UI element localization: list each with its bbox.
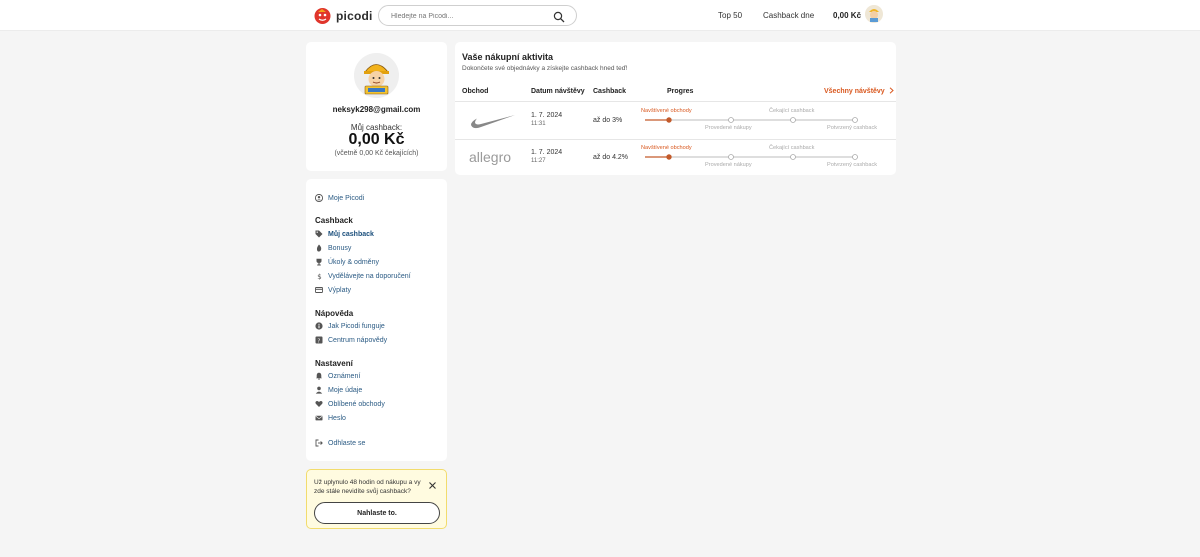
visit-date-value: 1. 7. 2024 (531, 149, 563, 156)
row-divider (455, 101, 896, 102)
svg-text:?: ? (317, 338, 320, 344)
menu-referrals[interactable]: $ Vydělávejte na doporučení (315, 271, 411, 281)
column-header-cashback: Cashback (593, 88, 627, 95)
tag-icon (315, 230, 323, 238)
envelope-icon (315, 414, 323, 422)
question-square-icon: ? (315, 336, 323, 344)
flame-icon (315, 244, 323, 252)
menu-label: Bonusy (328, 244, 352, 252)
menu-logout[interactable]: Odhlaste se (315, 438, 365, 448)
shopping-activity-card: Vaše nákupní aktivita Dokončete své obje… (455, 42, 896, 175)
picodi-logo[interactable]: picodi (313, 6, 373, 25)
heart-icon (315, 400, 323, 408)
menu-label: Jak Picodi funguje (328, 322, 385, 330)
notice-text: Už uplynulo 48 hodin od nákupu a vy zde … (314, 479, 421, 495)
menu-label: Heslo (328, 414, 346, 422)
info-circle-icon (315, 322, 323, 330)
column-header-date: Datum návštěvy (531, 88, 585, 95)
menu-notifications[interactable]: Oznámení (315, 371, 360, 381)
allegro-logo: allegro (469, 149, 512, 165)
credit-card-icon (315, 286, 323, 294)
menu-label: Moje Picodi (328, 194, 365, 202)
cashback-amount: 0,00 Kč (348, 131, 405, 148)
svg-text:$: $ (317, 273, 321, 280)
missing-cashback-notice: Už uplynulo 48 hodin od nákupu a vy zde … (306, 469, 447, 529)
menu-heading-settings: Nastavení (315, 359, 353, 368)
user-avatar[interactable] (865, 5, 883, 23)
menu-tasks-rewards[interactable]: Úkoly & odměny (315, 257, 379, 267)
all-visits-link[interactable]: Všechny návštěvy (824, 87, 894, 96)
progress-step-label: Navštívené obchody (641, 145, 692, 151)
menu-label: Odhlaste se (328, 439, 366, 447)
column-header-shop: Obchod (462, 88, 489, 95)
header-balance[interactable]: 0,00 Kč (833, 11, 861, 20)
menu-favorite-shops[interactable]: Oblíbené obchody (315, 399, 385, 409)
account-menu: Moje Picodi Cashback Můj cashback Bonusy… (306, 179, 447, 461)
progress-step-label: Potvrzený cashback (827, 162, 878, 168)
activity-title: Vaše nákupní aktivita (462, 52, 554, 62)
menu-my-picodi[interactable]: Moje Picodi (315, 193, 364, 203)
chevron-right-icon (889, 87, 894, 96)
menu-label: Můj cashback (328, 230, 374, 238)
search-box[interactable] (378, 5, 577, 26)
menu-bonuses[interactable]: Bonusy (315, 243, 351, 253)
logo-text: picodi (336, 8, 373, 23)
visit-date: 1. 7. 2024 11:27 (531, 148, 562, 166)
progress-step-label: Potvrzený cashback (827, 125, 878, 131)
menu-heading-help: Nápověda (315, 309, 354, 318)
top-header: picodi Top 50 Cashback dne 0,00 Kč (0, 0, 1200, 31)
user-icon (315, 386, 323, 394)
visit-date-value: 1. 7. 2024 (531, 112, 563, 119)
nav-cashback-day-link[interactable]: Cashback dne (763, 11, 814, 20)
menu-label: Oznámení (328, 372, 361, 380)
menu-label: Moje údaje (328, 386, 363, 394)
menu-label: Výplaty (328, 286, 351, 294)
progress-step-label: Čekající cashback (769, 145, 815, 151)
nike-swoosh-logo (469, 109, 517, 131)
activity-subtitle: Dokončete své objednávky a získejte cash… (462, 65, 628, 72)
profile-card: neksyk298@gmail.com Můj cashback: 0,00 K… (306, 42, 447, 171)
menu-label: Vydělávejte na doporučení (328, 272, 411, 280)
menu-help-center[interactable]: ? Centrum nápovědy (315, 335, 387, 345)
search-input[interactable] (391, 9, 541, 23)
search-icon[interactable] (553, 10, 565, 23)
menu-password[interactable]: Heslo (315, 413, 346, 423)
menu-label: Oblíbené obchody (328, 400, 385, 408)
dollar-icon: $ (315, 272, 323, 280)
menu-payouts[interactable]: Výplaty (315, 285, 351, 295)
menu-my-details[interactable]: Moje údaje (315, 385, 362, 395)
profile-avatar (354, 53, 399, 98)
menu-my-cashback[interactable]: Můj cashback (315, 229, 374, 239)
menu-how-it-works[interactable]: Jak Picodi funguje (315, 321, 385, 331)
logout-icon (315, 439, 323, 447)
visit-time-value: 11:31 (531, 121, 546, 127)
progress-step-label: Navštívené obchody (641, 108, 692, 114)
progress-tracker: Navštívené obchody Provedené nákupy Čeka… (640, 145, 885, 171)
cashback-pending-note: (včetně 0,00 Kč čekajících) (334, 150, 419, 157)
all-visits-label: Všechny návštěvy (824, 88, 885, 95)
close-icon[interactable] (428, 477, 437, 489)
report-button[interactable]: Nahlaste to. (314, 502, 440, 524)
user-circle-icon (315, 194, 323, 202)
menu-heading-cashback: Cashback (315, 216, 353, 225)
row-divider (455, 139, 896, 140)
column-header-progress: Progres (667, 88, 694, 95)
user-email: neksyk298@gmail.com (332, 105, 421, 114)
menu-label: Centrum nápovědy (328, 336, 388, 344)
cashback-rate: až do 4.2% (593, 154, 629, 161)
progress-tracker: Navštívené obchody Provedené nákupy Čeka… (640, 108, 885, 134)
progress-step-label: Provedené nákupy (705, 162, 752, 168)
bell-icon (315, 372, 323, 380)
progress-step-label: Provedené nákupy (705, 125, 752, 131)
cashback-rate: až do 3% (593, 117, 623, 124)
visit-time-value: 11:27 (531, 158, 546, 164)
picodi-logo-mark-icon (313, 6, 332, 25)
progress-step-label: Čekající cashback (769, 108, 815, 114)
nav-top50-link[interactable]: Top 50 (718, 11, 742, 20)
trophy-icon (315, 258, 323, 266)
visit-date: 1. 7. 2024 11:31 (531, 111, 562, 129)
menu-label: Úkoly & odměny (328, 258, 379, 266)
